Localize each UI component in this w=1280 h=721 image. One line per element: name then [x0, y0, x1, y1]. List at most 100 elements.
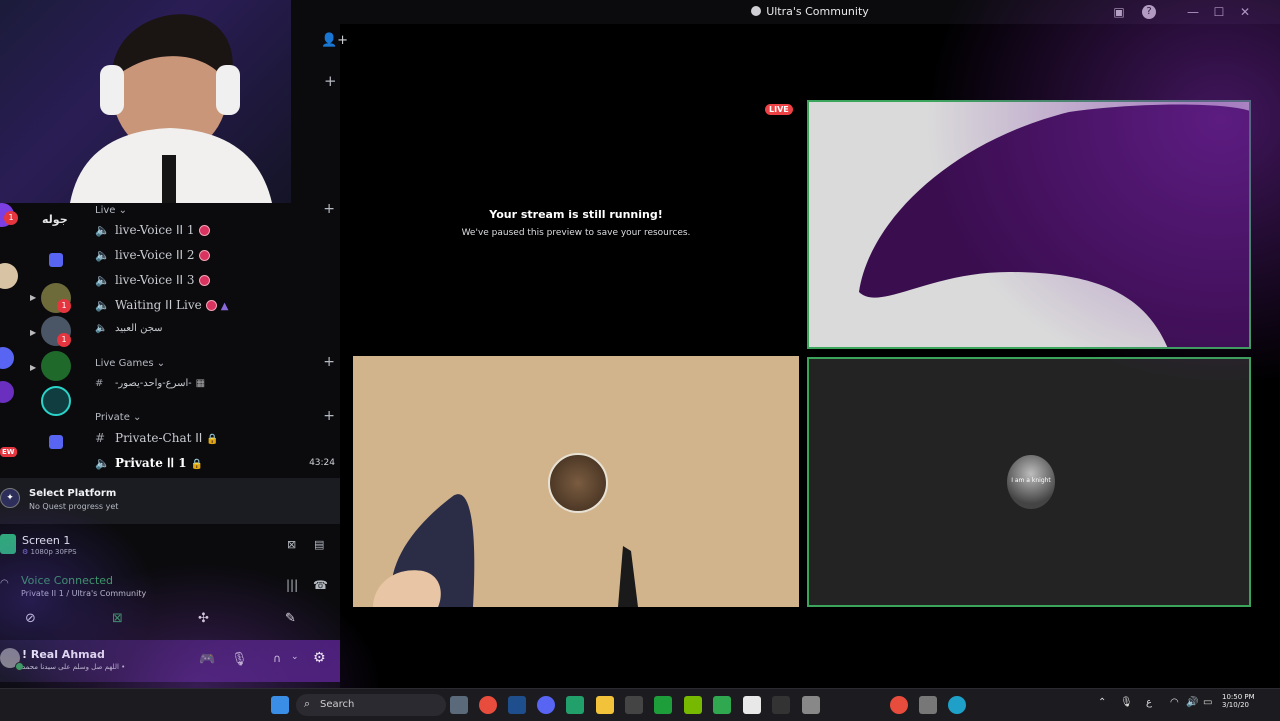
language-indicator[interactable]: ع [1146, 697, 1152, 708]
chevron-down-icon[interactable]: ⌄ [291, 652, 299, 662]
search-icon: ⌕ [304, 697, 311, 710]
camera-app-icon[interactable] [450, 696, 468, 714]
tray-chevron-icon[interactable]: ⌃ [1098, 697, 1106, 708]
voice-channel-active[interactable]: 🔈 Private ꓲꓲ 1 🔒 43:24 [95, 452, 335, 474]
speaker-icon: 🔈 [95, 273, 110, 287]
headphones-icon[interactable]: ∩ [273, 652, 281, 665]
noise-suppression-icon[interactable]: ||| [286, 578, 298, 592]
gamepad-icon[interactable]: 🎮 [199, 652, 215, 667]
edge-icon[interactable] [948, 696, 966, 714]
add-channel-icon[interactable]: + [324, 72, 337, 90]
voice-actions: ⊘ ⊠ ✣ ✎ [0, 606, 340, 634]
notification-badge: 1 [57, 299, 71, 313]
steam-icon[interactable] [508, 696, 526, 714]
speaker-icon: 🔈 [95, 223, 110, 237]
disconnect-icon[interactable]: ☎ [313, 578, 328, 592]
folder-icon[interactable] [49, 435, 63, 449]
stream-settings-icon[interactable]: ▤ [314, 538, 324, 551]
minimize-icon[interactable]: — [1184, 3, 1202, 21]
lock-icon: 🔒 [190, 459, 204, 470]
channel-name: live-Voice ꓲꓲ 2 [115, 248, 195, 262]
user-status: اللهم صل وسلم على سيدنا محمد • [22, 663, 126, 671]
battery-icon[interactable]: ▭ [1203, 697, 1212, 708]
volume-icon[interactable]: 🔊 [1186, 697, 1198, 708]
speaker-icon: 🔈 [95, 323, 108, 334]
voice-channel[interactable]: 🔈 live-Voice ꓲꓲ 3 [95, 269, 335, 291]
add-channel-icon[interactable]: + [323, 408, 335, 424]
search-box[interactable]: ⌕ Search [296, 694, 446, 716]
live-dot-icon [198, 225, 210, 236]
clock-time: 10:50 PM [1222, 693, 1255, 701]
text-channel[interactable]: # -اسرع-واحد-يصور- ▦ [95, 373, 335, 395]
category-live[interactable]: Live ⌄ [95, 205, 127, 216]
notification-badge: 1 [4, 211, 18, 225]
paused-preview: Your stream is still running! We've paus… [352, 100, 800, 350]
video-tile-a[interactable] [807, 100, 1251, 349]
server-icon[interactable] [0, 381, 14, 403]
activities-icon[interactable]: ✣ [198, 611, 209, 626]
server-icon[interactable] [0, 347, 14, 369]
file-explorer-icon[interactable] [596, 696, 614, 714]
discord-icon[interactable] [537, 696, 555, 714]
store-icon[interactable] [625, 696, 643, 714]
add-channel-icon[interactable]: + [323, 354, 335, 370]
tray-mic-icon[interactable]: 🎙 [1120, 697, 1133, 708]
quest-icon: ✦ [0, 488, 20, 508]
help-icon[interactable]: ? [1142, 5, 1156, 19]
maximize-icon[interactable]: ☐ [1210, 3, 1228, 21]
quest-panel[interactable]: ✦ Select Platform No Quest progress yet [0, 478, 340, 524]
chrome-icon[interactable] [890, 696, 908, 714]
xbox-icon[interactable] [654, 696, 672, 714]
inbox-icon[interactable]: ▣ [1110, 3, 1128, 21]
voice-channel[interactable]: 🔈 سجن العبيد [95, 318, 335, 340]
add-member-icon[interactable]: 👤+ [321, 33, 348, 48]
gear-icon[interactable]: ⚙ [313, 650, 326, 666]
clock[interactable]: 10:50 PM 3/10/20 [1222, 693, 1278, 709]
video-tile-b[interactable] [353, 356, 799, 607]
settings-app-icon[interactable] [919, 696, 937, 714]
app-icon[interactable] [566, 696, 584, 714]
g-app-icon[interactable] [772, 696, 790, 714]
server-icon[interactable] [0, 263, 18, 289]
microphone-icon[interactable]: 🎙 [231, 652, 248, 667]
video-tile-c[interactable]: I am a knight [807, 357, 1251, 607]
streamer-figure [70, 14, 272, 203]
recycle-icon[interactable] [802, 696, 820, 714]
paused-subtitle: We've paused this preview to save your r… [461, 228, 691, 238]
taskbar: ⌕ Search ⌃ 🎙 ع ◠ 🔊 ▭ 10:50 PM 3/10/20 [0, 688, 1280, 721]
folder-icon[interactable] [49, 253, 63, 267]
stop-stream-icon[interactable]: ⊠ [287, 538, 296, 551]
server-icon-selected[interactable] [41, 386, 71, 416]
chrome-icon[interactable] [479, 696, 497, 714]
soundboard-icon[interactable]: ✎ [285, 611, 296, 626]
voice-channel[interactable]: 🔈 live-Voice ꓲꓲ 1 [95, 219, 335, 241]
voice-status-panel: ◠ Voice Connected Private ꓲꓲ 1 / Ultra's… [0, 570, 340, 604]
category-live-games[interactable]: Live Games ⌄ [95, 358, 165, 369]
category-label: Live [95, 205, 116, 216]
play-icon[interactable] [713, 696, 731, 714]
new-badge: EW [0, 447, 17, 457]
film-icon: ▦ [195, 378, 206, 389]
channel-name: live-Voice ꓲꓲ 1 [115, 223, 195, 237]
text-channel[interactable]: # Private-Chat ꓲꓲ 🔒 [95, 427, 335, 449]
live-dot-icon [205, 300, 217, 311]
hash-icon: # [95, 431, 106, 445]
category-label: Live Games [95, 358, 154, 369]
document-icon[interactable] [743, 696, 761, 714]
add-channel-icon[interactable]: + [323, 201, 335, 217]
voice-channel[interactable]: 🔈 live-Voice ꓲꓲ 2 [95, 244, 335, 266]
expand-arrow-icon: ▶ [30, 293, 37, 302]
server-icon[interactable] [41, 351, 71, 381]
speaker-icon: 🔈 [95, 298, 110, 312]
voice-channel[interactable]: 🔈 Waiting ꓲꓲ Live ▲ [95, 294, 335, 316]
category-private[interactable]: Private ⌄ [95, 412, 141, 423]
speaker-icon: 🔈 [95, 456, 110, 470]
voice-location[interactable]: Private ꓲꓲ 1 / Ultra's Community [21, 589, 146, 598]
screen-share-icon[interactable]: ⊠ [112, 611, 123, 626]
nvidia-icon[interactable] [684, 696, 702, 714]
wifi-icon[interactable]: ◠ [1170, 697, 1179, 708]
close-icon[interactable]: ✕ [1236, 3, 1254, 21]
username[interactable]: ! Real Ahmad [22, 648, 105, 661]
camera-off-icon[interactable]: ⊘ [25, 611, 36, 626]
start-icon[interactable] [271, 696, 289, 714]
